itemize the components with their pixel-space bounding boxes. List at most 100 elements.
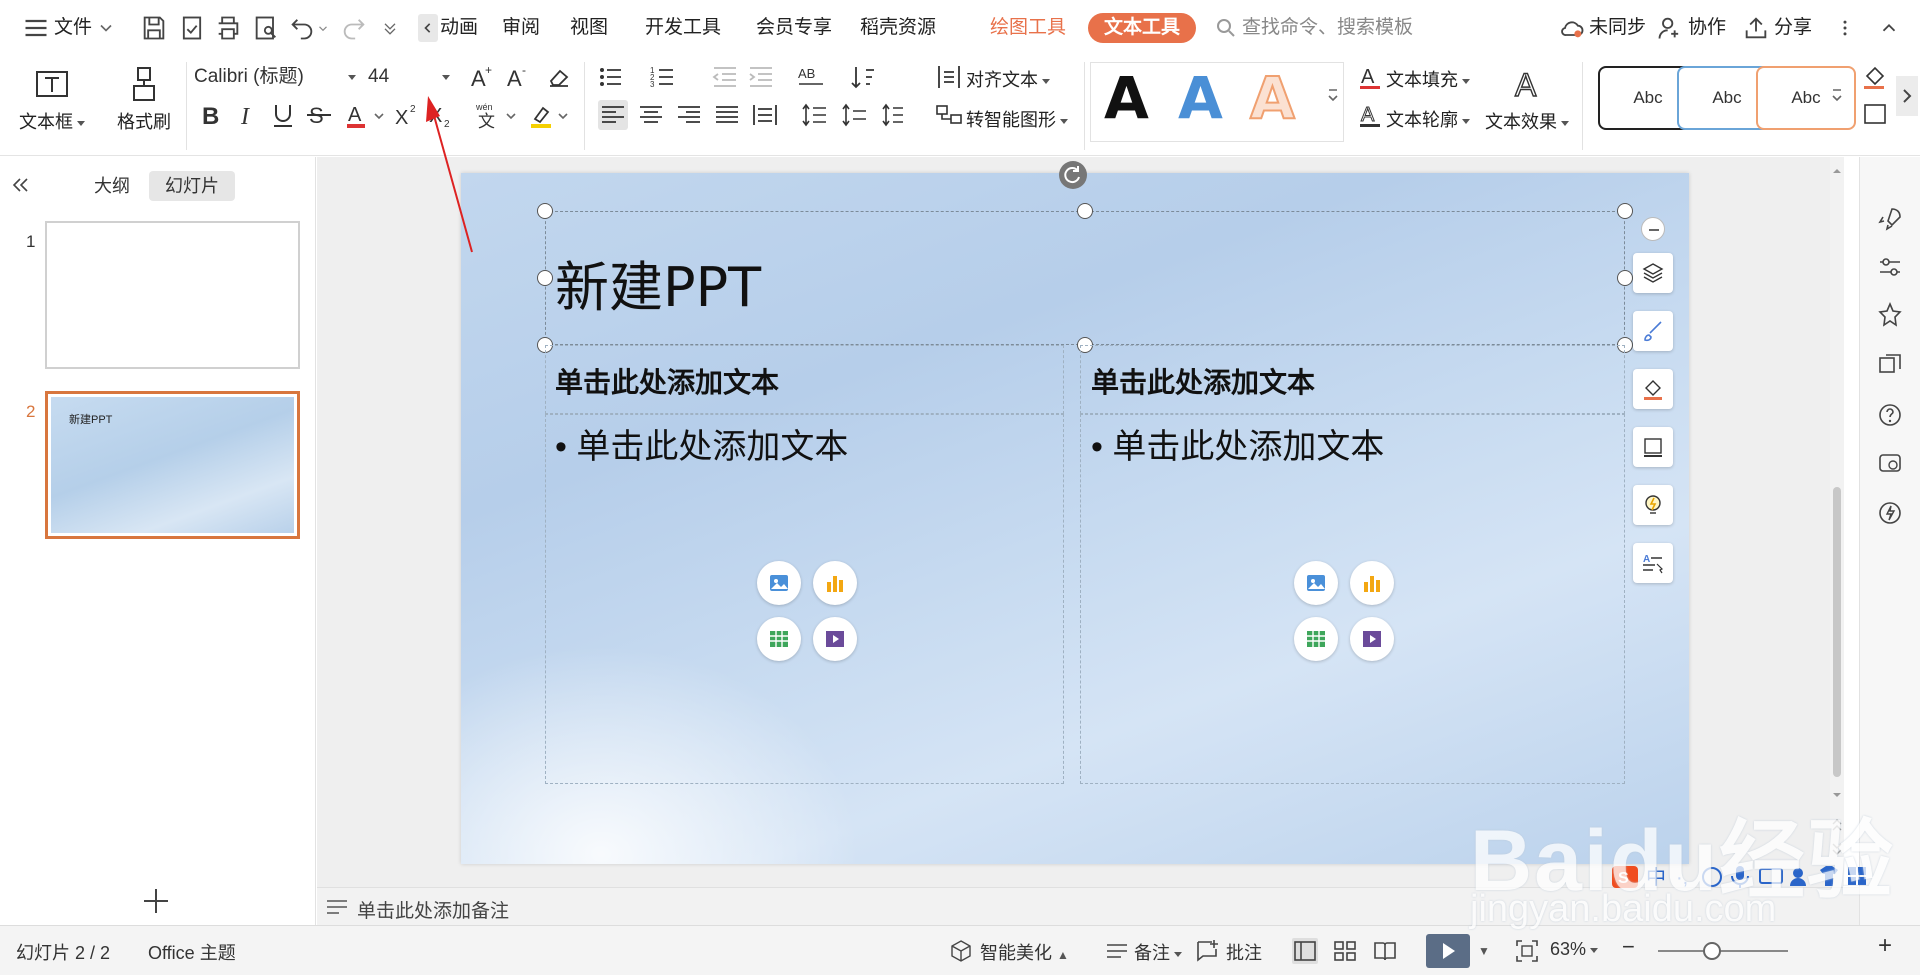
phonetic-dropdown-icon[interactable]: [504, 100, 518, 130]
resize-handle[interactable]: [537, 203, 553, 219]
comments-button[interactable]: 批注: [1226, 939, 1262, 965]
lightning-icon[interactable]: [1876, 499, 1904, 527]
underline-icon[interactable]: [268, 100, 298, 130]
smart-beautify-button[interactable]: 智能美化 ▲: [980, 939, 1069, 965]
zoom-slider[interactable]: [1658, 950, 1788, 952]
increase-indent-icon[interactable]: [746, 62, 776, 92]
resize-handle[interactable]: [1617, 270, 1633, 286]
insert-table-icon[interactable]: [757, 617, 801, 661]
play-slideshow-button[interactable]: [1426, 934, 1470, 968]
spacing-options-icon[interactable]: [880, 100, 910, 130]
insert-chart-icon[interactable]: [1350, 561, 1394, 605]
notes-toggle-icon[interactable]: [1104, 938, 1130, 964]
text-fill-icon[interactable]: A: [1356, 62, 1386, 92]
export-pdf-icon[interactable]: [178, 14, 206, 42]
text-select-icon[interactable]: A: [1633, 543, 1673, 583]
collaborate-button[interactable]: 协作: [1688, 14, 1726, 42]
border-style-icon[interactable]: [1633, 427, 1673, 467]
scrollbar-thumb[interactable]: [1833, 487, 1841, 777]
smart-effects-icon[interactable]: [1633, 485, 1673, 525]
fill-bucket-icon[interactable]: [1633, 369, 1673, 409]
tab-member[interactable]: 会员专享: [756, 14, 832, 42]
line-spacing-icon[interactable]: [800, 100, 830, 130]
slide-thumbnail-2[interactable]: 新建PPT: [45, 391, 300, 539]
slide[interactable]: 新建PPT 单击此处添加文本 • 单击此处添加文本 单击此处添加文本 • 单击此…: [461, 173, 1689, 864]
notes-button[interactable]: 备注: [1134, 939, 1182, 965]
collaborate-icon[interactable]: [1656, 14, 1684, 42]
share-icon[interactable]: [1742, 14, 1770, 42]
insert-picture-icon[interactable]: [757, 561, 801, 605]
column-2-content-placeholder[interactable]: [1080, 414, 1625, 784]
tab-drawing-tools[interactable]: 绘图工具: [990, 14, 1066, 42]
column-2-heading[interactable]: 单击此处添加文本: [1091, 361, 1315, 401]
insert-chart-icon[interactable]: [813, 561, 857, 605]
collapse-panel-icon[interactable]: [8, 173, 32, 197]
font-family-select[interactable]: Calibri (标题): [190, 62, 362, 92]
increase-font-size-icon[interactable]: A +: [468, 62, 498, 92]
collapse-tools-icon[interactable]: [1641, 217, 1665, 241]
ribbon-scroll-right-icon[interactable]: [1896, 76, 1918, 116]
collapse-ribbon-icon[interactable]: [1878, 14, 1900, 42]
tab-developer[interactable]: 开发工具: [645, 14, 721, 42]
text-effect-button[interactable]: A 文本效果: [1482, 64, 1572, 134]
clear-format-icon[interactable]: [544, 62, 574, 92]
slide-sorter-icon[interactable]: [1332, 938, 1358, 964]
settings-sliders-icon[interactable]: [1876, 253, 1904, 281]
text-style-more-icon[interactable]: [1326, 80, 1340, 110]
tabs-scroll-left-icon[interactable]: [418, 14, 438, 42]
italic-icon[interactable]: I: [232, 100, 262, 130]
redo-icon[interactable]: [340, 14, 368, 42]
tab-text-tools[interactable]: 文本工具: [1088, 13, 1197, 43]
undo-dropdown-icon[interactable]: [316, 14, 330, 42]
sync-status[interactable]: 未同步: [1589, 14, 1646, 42]
resize-handle[interactable]: [1077, 203, 1093, 219]
tab-view[interactable]: 视图: [570, 14, 608, 42]
save-icon[interactable]: [140, 14, 168, 42]
justify-icon[interactable]: [712, 100, 742, 130]
paragraph-spacing-icon[interactable]: [840, 100, 870, 130]
brush-icon[interactable]: [1633, 311, 1673, 351]
share-button[interactable]: 分享: [1774, 14, 1812, 42]
bullet-list-icon[interactable]: [596, 62, 626, 92]
smart-beautify-icon[interactable]: [948, 938, 974, 964]
chevron-down-icon[interactable]: [96, 14, 116, 42]
slide-transition-icon[interactable]: [1876, 351, 1904, 379]
print-preview-icon[interactable]: [252, 14, 280, 42]
reading-view-icon[interactable]: [1372, 938, 1398, 964]
undo-icon[interactable]: [288, 14, 316, 42]
text-direction-icon[interactable]: AB: [796, 62, 826, 92]
text-fill-button[interactable]: 文本填充: [1386, 66, 1470, 92]
comment-icon[interactable]: [1194, 938, 1220, 964]
cloud-backup-icon[interactable]: [1876, 449, 1904, 477]
normal-view-icon[interactable]: [1292, 938, 1318, 964]
font-color-icon[interactable]: A: [342, 100, 372, 130]
align-text-icon[interactable]: [934, 62, 964, 92]
add-slide-icon[interactable]: [140, 885, 172, 917]
insert-video-icon[interactable]: [1350, 617, 1394, 661]
command-search[interactable]: 查找命令、搜索模板: [1214, 14, 1494, 42]
text-style-blue[interactable]: A: [1178, 66, 1223, 130]
resize-handle[interactable]: [1617, 203, 1633, 219]
shape-fill-icon[interactable]: [1860, 62, 1890, 92]
text-style-orange-outline[interactable]: A: [1249, 65, 1296, 131]
file-menu[interactable]: 文件: [54, 14, 92, 42]
highlight-icon[interactable]: [526, 100, 556, 130]
smartart-icon[interactable]: [934, 100, 964, 130]
tab-docer[interactable]: 稻壳资源: [860, 14, 936, 42]
shape-style-more-icon[interactable]: [1830, 80, 1844, 110]
rocket-icon[interactable]: [1876, 205, 1904, 233]
tab-animation[interactable]: 动画: [440, 14, 478, 42]
quick-access-dropdown-icon[interactable]: [380, 14, 400, 42]
star-icon[interactable]: [1876, 301, 1904, 329]
slide-thumbnail-1[interactable]: [45, 221, 300, 369]
tab-review[interactable]: 审阅: [502, 14, 540, 42]
format-painter-button[interactable]: 格式刷: [108, 64, 180, 134]
resize-handle[interactable]: [537, 270, 553, 286]
hamburger-menu-icon[interactable]: [22, 14, 50, 42]
cloud-sync-icon[interactable]: [1558, 14, 1586, 42]
decrease-font-size-icon[interactable]: A-: [504, 62, 534, 92]
layers-icon[interactable]: [1633, 253, 1673, 293]
scroll-up-icon[interactable]: [1832, 163, 1842, 173]
bold-icon[interactable]: B: [196, 100, 226, 130]
theme-name[interactable]: Office 主题: [148, 939, 236, 965]
